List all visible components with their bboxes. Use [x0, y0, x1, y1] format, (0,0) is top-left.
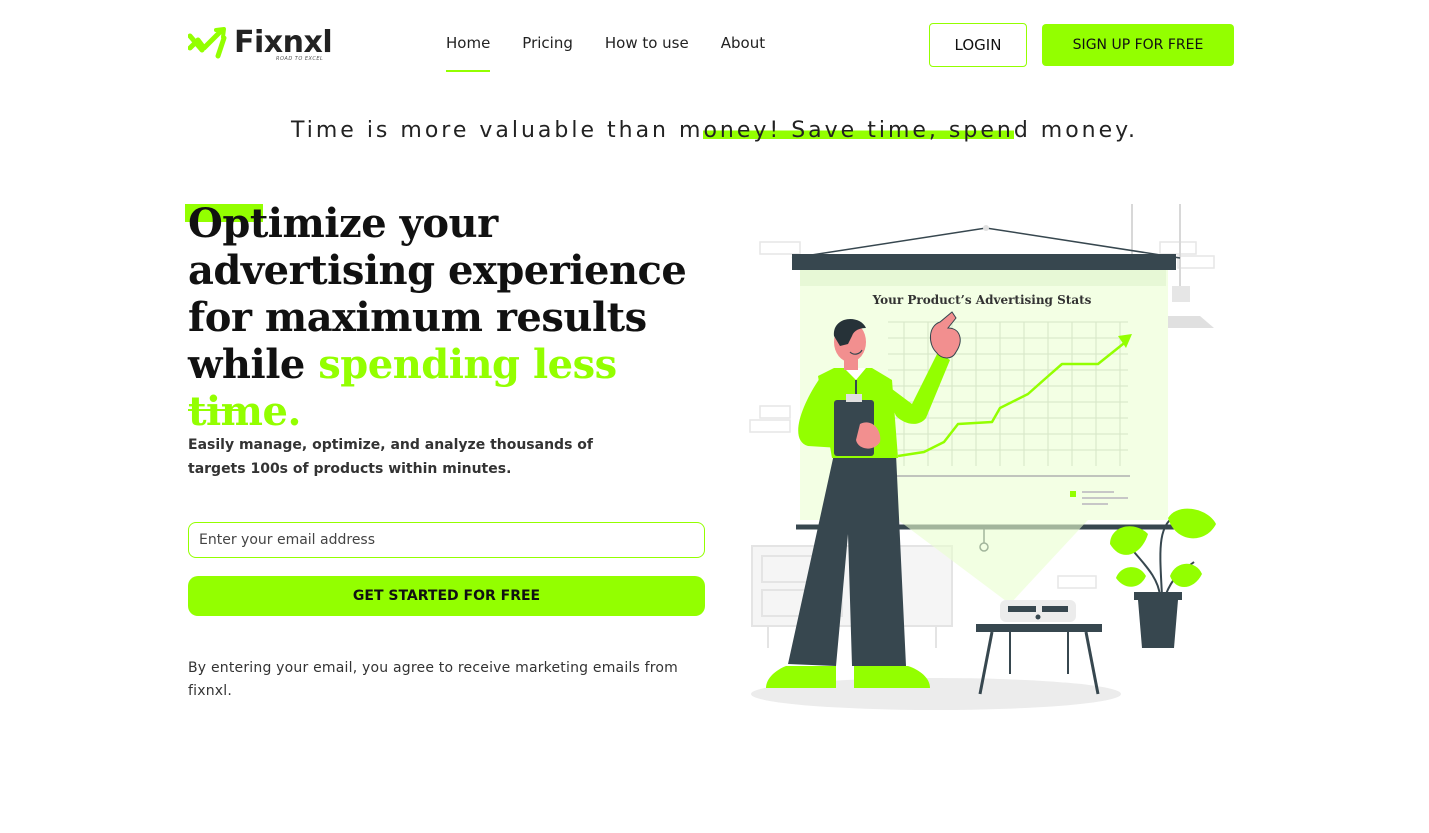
- brand-logo[interactable]: Fixnxl ROAD TO EXCEL: [188, 25, 333, 62]
- tagline: Time is more valuable than money! Save t…: [0, 118, 1429, 143]
- potted-plant-icon: [1110, 508, 1216, 648]
- hero-description: Easily manage, optimize, and analyze tho…: [188, 437, 593, 477]
- get-started-button[interactable]: GET STARTED FOR FREE: [188, 576, 705, 616]
- nav-item-home[interactable]: Home: [446, 34, 491, 72]
- hero-divider: [188, 409, 240, 411]
- screen-title: Your Product’s Advertising Stats: [872, 293, 1092, 307]
- logo-chart-icon: [188, 27, 227, 59]
- nav-item-about[interactable]: About: [721, 34, 765, 60]
- tagline-part-2: d money.: [1013, 118, 1139, 143]
- email-input[interactable]: [188, 522, 705, 558]
- main-nav: Home Pricing How to use About: [446, 34, 797, 72]
- login-button[interactable]: LOGIN: [929, 23, 1027, 67]
- tagline-part-1: Time is more valuable than m: [290, 118, 704, 143]
- brand-tagline: ROAD TO EXCEL: [276, 56, 324, 62]
- consent-text: By entering your email, you agree to rec…: [188, 660, 679, 699]
- signup-button[interactable]: SIGN UP FOR FREE: [1042, 24, 1234, 66]
- tagline-highlight: oney! Save time, spen: [703, 118, 1014, 143]
- hero-title: Optimize your advertising experience for…: [188, 200, 728, 435]
- brand-name: Fixnxl: [234, 25, 333, 60]
- presentation-illustration: Your Product’s Advertising Stats: [749, 204, 1216, 710]
- nav-item-pricing[interactable]: Pricing: [522, 34, 573, 60]
- nav-item-how-to-use[interactable]: How to use: [605, 34, 689, 60]
- projector-icon: [1000, 600, 1076, 622]
